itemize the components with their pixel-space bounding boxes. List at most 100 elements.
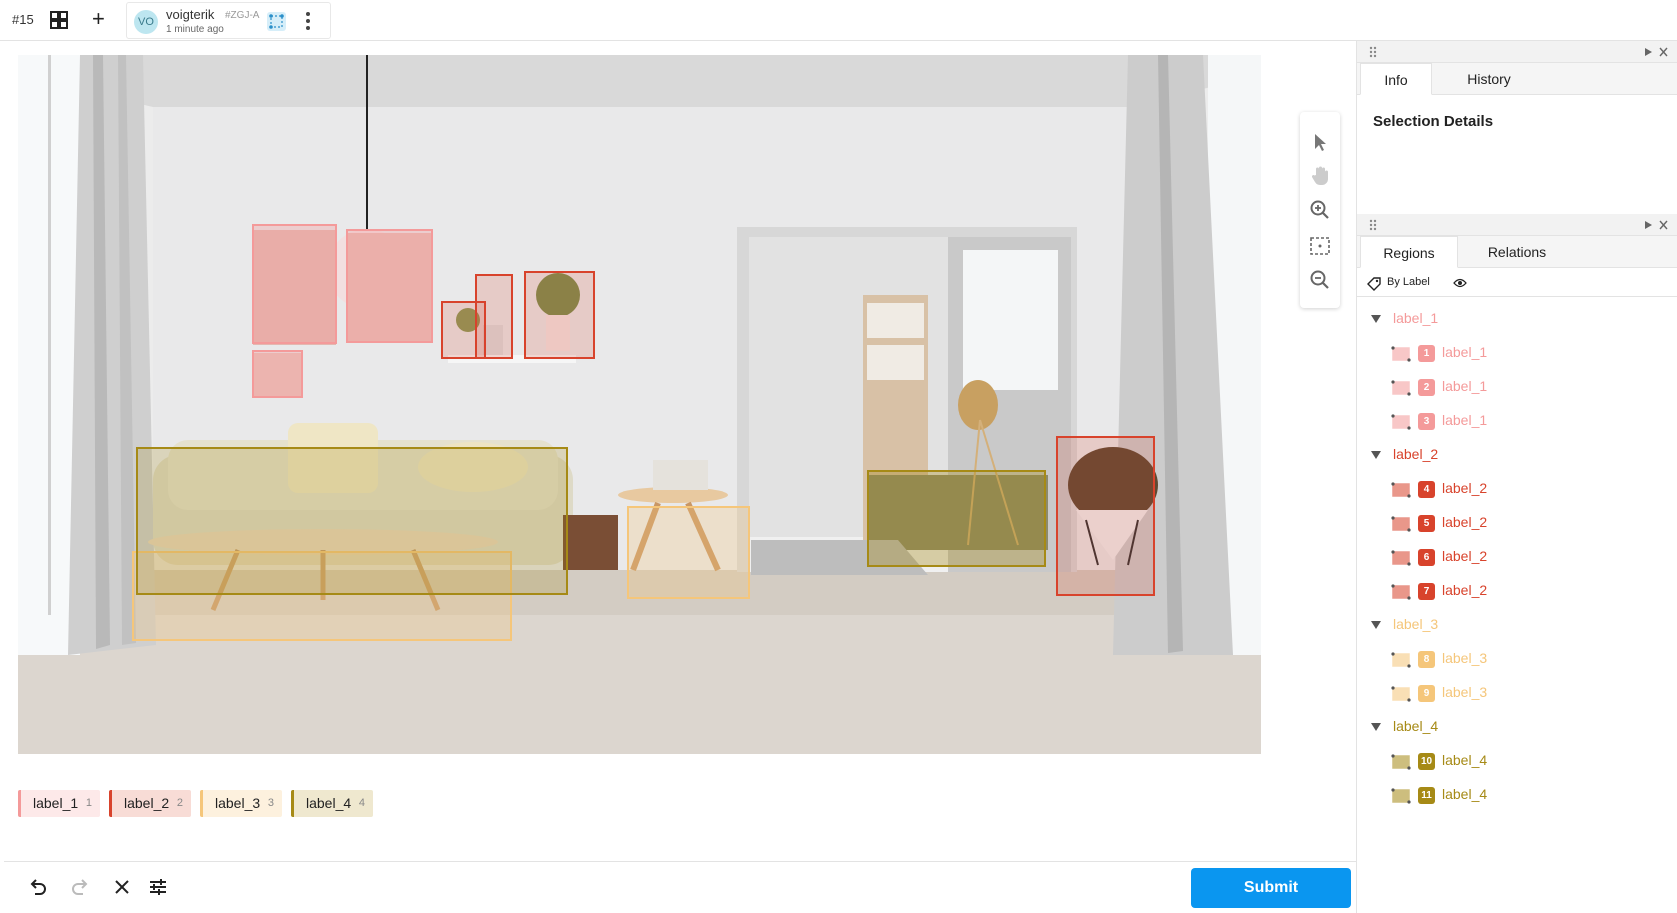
label-chip-name: label_2 bbox=[124, 795, 170, 811]
info-panel-header[interactable] bbox=[1357, 41, 1677, 63]
region-group-label: label_2 bbox=[1393, 446, 1439, 462]
close-panel-icon[interactable] bbox=[1659, 47, 1668, 57]
zoom-out-icon[interactable] bbox=[1308, 268, 1332, 292]
hand-pan-icon[interactable] bbox=[1308, 164, 1332, 188]
region-number: 8 bbox=[1418, 651, 1435, 668]
eye-icon[interactable] bbox=[1453, 278, 1467, 288]
room-photo bbox=[18, 55, 1261, 754]
region-label: label_4 bbox=[1442, 752, 1488, 768]
drag-handle-icon[interactable] bbox=[1369, 46, 1377, 58]
undo-icon[interactable] bbox=[28, 877, 48, 897]
label-chip-name: label_3 bbox=[215, 795, 261, 811]
rectangle-region-icon bbox=[1391, 584, 1411, 600]
selection-details-title: Selection Details bbox=[1373, 113, 1494, 130]
region-number: 5 bbox=[1418, 515, 1435, 532]
region-group[interactable]: label_3 bbox=[1357, 610, 1677, 640]
region-item[interactable]: 10 label_4 bbox=[1357, 746, 1677, 776]
region-number: 3 bbox=[1418, 413, 1435, 430]
region-group-label: label_1 bbox=[1393, 310, 1439, 326]
annotation-image[interactable] bbox=[18, 55, 1261, 754]
plus-icon[interactable]: + bbox=[92, 8, 105, 30]
label-chip-3[interactable]: label_3 3 bbox=[200, 790, 282, 817]
close-panel-icon[interactable] bbox=[1659, 220, 1668, 230]
region-number: 2 bbox=[1418, 379, 1435, 396]
regions-filter-bar: By Label bbox=[1357, 269, 1677, 297]
region-group[interactable]: label_1 bbox=[1357, 304, 1677, 334]
rectangle-region-icon bbox=[1391, 482, 1411, 498]
zoom-in-icon[interactable] bbox=[1308, 198, 1332, 222]
caret-down-icon[interactable] bbox=[1371, 451, 1381, 459]
label-chip-name: label_1 bbox=[33, 795, 79, 811]
region-item[interactable]: 4 label_2 bbox=[1357, 474, 1677, 504]
region-mode-icon bbox=[267, 12, 286, 31]
region-number: 6 bbox=[1418, 549, 1435, 566]
region-group[interactable]: label_4 bbox=[1357, 712, 1677, 742]
rectangle-region-icon bbox=[1391, 686, 1411, 702]
collapse-icon[interactable] bbox=[1644, 220, 1653, 230]
rectangle-region-icon bbox=[1391, 652, 1411, 668]
right-sidebar: Info History Selection Details Regions R… bbox=[1356, 41, 1677, 913]
region-item[interactable]: 2 label_1 bbox=[1357, 372, 1677, 402]
region-group[interactable]: label_2 bbox=[1357, 440, 1677, 470]
user-name: voigterik bbox=[166, 7, 215, 22]
region-label: label_1 bbox=[1442, 378, 1488, 394]
rectangle-region-icon bbox=[1391, 414, 1411, 430]
region-label: label_3 bbox=[1442, 650, 1488, 666]
label-chip-hotkey: 3 bbox=[267, 797, 274, 809]
label-chip-4[interactable]: label_4 4 bbox=[291, 790, 373, 817]
redo-icon[interactable] bbox=[70, 877, 90, 897]
region-group-label: label_4 bbox=[1393, 718, 1439, 734]
rectangle-region-icon bbox=[1391, 380, 1411, 396]
pointer-icon[interactable] bbox=[1308, 130, 1332, 154]
kebab-menu-icon[interactable] bbox=[305, 9, 311, 33]
region-item[interactable]: 6 label_2 bbox=[1357, 542, 1677, 572]
annotation-card[interactable]: VO voigterik #ZGJ-A 1 minute ago bbox=[126, 2, 331, 39]
label-chip-hotkey: 1 bbox=[85, 797, 92, 809]
caret-down-icon[interactable] bbox=[1371, 723, 1381, 731]
fit-to-screen-icon[interactable] bbox=[1308, 234, 1332, 258]
tab-regions[interactable]: Regions bbox=[1360, 236, 1458, 268]
tab-relations[interactable]: Relations bbox=[1461, 236, 1573, 268]
reset-icon[interactable] bbox=[112, 877, 132, 897]
region-label: label_2 bbox=[1442, 582, 1488, 598]
label-chip-2[interactable]: label_2 2 bbox=[109, 790, 191, 817]
regions-panel-header[interactable] bbox=[1357, 214, 1677, 236]
tag-icon bbox=[1367, 277, 1381, 291]
rectangle-region-icon bbox=[1391, 346, 1411, 362]
region-number: 1 bbox=[1418, 345, 1435, 362]
region-number: 10 bbox=[1418, 753, 1435, 770]
rectangle-region-icon bbox=[1391, 754, 1411, 770]
region-number: 9 bbox=[1418, 685, 1435, 702]
region-number: 7 bbox=[1418, 583, 1435, 600]
region-item[interactable]: 9 label_3 bbox=[1357, 678, 1677, 708]
submit-button[interactable]: Submit bbox=[1191, 868, 1351, 908]
region-label: label_1 bbox=[1442, 412, 1488, 428]
region-item[interactable]: 5 label_2 bbox=[1357, 508, 1677, 538]
grid-icon[interactable] bbox=[50, 11, 68, 29]
annotation-hash: #ZGJ-A bbox=[225, 10, 260, 21]
region-label: label_2 bbox=[1442, 514, 1488, 530]
canvas-tools bbox=[1300, 112, 1340, 308]
region-item[interactable]: 7 label_2 bbox=[1357, 576, 1677, 606]
rectangle-region-icon bbox=[1391, 788, 1411, 804]
collapse-icon[interactable] bbox=[1644, 47, 1653, 57]
region-item[interactable]: 1 label_1 bbox=[1357, 338, 1677, 368]
caret-down-icon[interactable] bbox=[1371, 621, 1381, 629]
caret-down-icon[interactable] bbox=[1371, 315, 1381, 323]
region-number: 4 bbox=[1418, 481, 1435, 498]
label-chip-hotkey: 4 bbox=[358, 797, 365, 809]
rectangle-region-icon bbox=[1391, 550, 1411, 566]
region-item[interactable]: 11 label_4 bbox=[1357, 780, 1677, 810]
annotation-time: 1 minute ago bbox=[166, 24, 224, 35]
region-item[interactable]: 3 label_1 bbox=[1357, 406, 1677, 436]
region-item[interactable]: 8 label_3 bbox=[1357, 644, 1677, 674]
top-toolbar: #15 + VO voigterik #ZGJ-A 1 minute ago bbox=[0, 0, 1677, 41]
tab-history[interactable]: History bbox=[1435, 63, 1543, 95]
drag-handle-icon[interactable] bbox=[1369, 219, 1377, 231]
region-number: 11 bbox=[1418, 787, 1435, 804]
settings-icon[interactable] bbox=[148, 877, 168, 897]
region-group-label: label_3 bbox=[1393, 616, 1439, 632]
group-by-label[interactable]: By Label bbox=[1387, 276, 1430, 288]
label-chip-1[interactable]: label_1 1 bbox=[18, 790, 100, 817]
tab-info[interactable]: Info bbox=[1360, 63, 1432, 95]
